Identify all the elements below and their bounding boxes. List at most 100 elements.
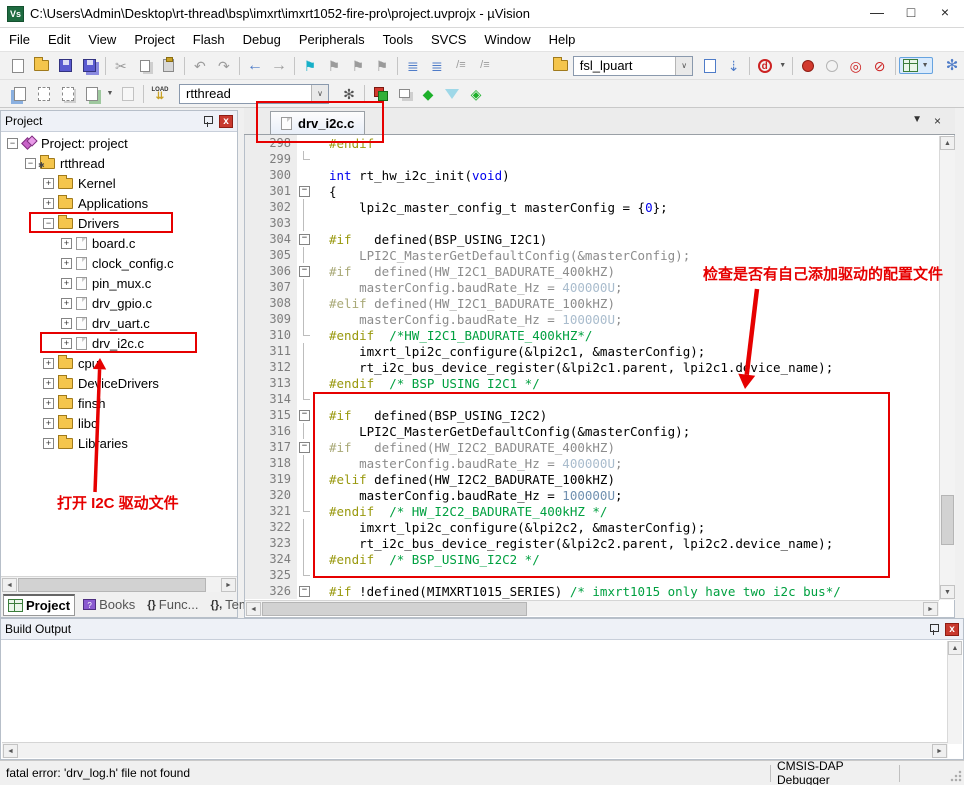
current-window-button[interactable]: ▼ <box>899 57 933 74</box>
project-tree-hscrollbar[interactable]: ◄ ► <box>1 576 237 592</box>
code-line-304[interactable]: 304#if defined(BSP_USING_I2C1) <box>245 231 939 247</box>
code-line-323[interactable]: 323 rt_i2c_bus_device_register(&lpi2c2.p… <box>245 535 939 551</box>
build-hscrollbar[interactable]: ◄ ► <box>2 742 948 758</box>
target-dropdown-icon[interactable]: ∨ <box>311 85 328 103</box>
toggle-bookmark-button[interactable]: ⚑ <box>298 55 322 77</box>
tree-item-libraries[interactable]: +Libraries <box>1 433 237 453</box>
fold-collapse-icon[interactable] <box>297 183 313 199</box>
scroll-right-icon[interactable]: ► <box>221 578 236 592</box>
tree-expander-icon[interactable]: + <box>61 338 72 349</box>
code-line-311[interactable]: 311 imxrt_lpi2c_configure(&lpi2c1, &mast… <box>245 343 939 359</box>
code-line-326[interactable]: 326#if !defined(MIMXRT1015_SERIES) /* im… <box>245 583 939 599</box>
prev-bookmark-button[interactable]: ⚑ <box>322 55 346 77</box>
code-line-309[interactable]: 309 masterConfig.baudRate_Hz = 100000U; <box>245 311 939 327</box>
fold-collapse-icon[interactable] <box>297 583 313 599</box>
tree-expander-icon[interactable]: + <box>61 318 72 329</box>
build-button[interactable] <box>32 83 56 105</box>
tree-item-clock-config-c[interactable]: +clock_config.c <box>1 253 237 273</box>
code-line-300[interactable]: 300int rt_hw_i2c_init(void) <box>245 167 939 183</box>
code-line-319[interactable]: 319#elif defined(HW_I2C2_BADURATE_100kHZ… <box>245 471 939 487</box>
code-line-298[interactable]: 298#endif <box>245 135 939 151</box>
scroll-left-icon[interactable]: ◄ <box>246 602 261 616</box>
manage-project-items-button[interactable] <box>368 83 392 105</box>
scroll-down-icon[interactable]: ▼ <box>940 585 955 599</box>
menu-edit[interactable]: Edit <box>39 29 79 50</box>
editor-hscrollbar[interactable]: ◄ ► <box>245 600 939 616</box>
tree-item-rtthread[interactable]: −✱rtthread <box>1 153 237 173</box>
navigate-back-button[interactable]: ← <box>243 55 267 77</box>
tree-item-drv-gpio-c[interactable]: +drv_gpio.c <box>1 293 237 313</box>
enable-breakpoint-button[interactable] <box>820 55 844 77</box>
target-combobox[interactable]: rtthread ∨ <box>179 84 329 104</box>
save-button[interactable] <box>54 55 78 77</box>
new-file-button[interactable] <box>6 55 30 77</box>
code-line-317[interactable]: 317#if defined(HW_I2C2_BADURATE_400kHZ) <box>245 439 939 455</box>
close-document-icon[interactable]: × <box>934 114 941 128</box>
fold-collapse-icon[interactable] <box>297 407 313 423</box>
code-line-315[interactable]: 315#if defined(BSP_USING_I2C2) <box>245 407 939 423</box>
fold-collapse-icon[interactable] <box>297 263 313 279</box>
tree-item-libc[interactable]: +libc <box>1 413 237 433</box>
code-line-313[interactable]: 313#endif /* BSP USING I2C1 */ <box>245 375 939 391</box>
insert-breakpoint-button[interactable] <box>796 55 820 77</box>
tree-expander-icon[interactable]: + <box>43 378 54 389</box>
grep-button[interactable]: d <box>753 55 777 77</box>
pin-icon[interactable] <box>929 623 939 635</box>
tree-expander-icon[interactable]: + <box>43 418 54 429</box>
batch-build-button[interactable] <box>80 83 104 105</box>
stop-build-button[interactable] <box>116 83 140 105</box>
find-in-files-button[interactable] <box>549 55 573 77</box>
clear-bookmarks-button[interactable]: ⚑ <box>370 55 394 77</box>
code-editor[interactable]: 298#endif299300int rt_hw_i2c_init(void)3… <box>245 135 939 600</box>
tree-item-project-project[interactable]: −Project: project <box>1 133 237 153</box>
scroll-left-icon[interactable]: ◄ <box>3 744 18 758</box>
tab-list-dropdown-icon[interactable]: ▼ <box>912 114 922 128</box>
grep-dropdown[interactable]: ▼ <box>777 55 789 77</box>
fold-collapse-icon[interactable] <box>297 439 313 455</box>
save-all-button[interactable] <box>78 55 102 77</box>
menu-project[interactable]: Project <box>125 29 183 50</box>
resize-grip[interactable] <box>950 770 962 782</box>
file-extensions-button[interactable] <box>392 83 416 105</box>
incremental-find-button[interactable]: ⇣ <box>722 55 746 77</box>
disable-all-breakpoints-button[interactable]: ◎ <box>844 55 868 77</box>
project-panel-close-button[interactable]: x <box>219 115 233 128</box>
tree-expander-icon[interactable]: − <box>7 138 18 149</box>
scroll-thumb[interactable] <box>941 495 954 545</box>
manage-rte-button[interactable]: ◆ <box>416 83 440 105</box>
menu-svcs[interactable]: SVCS <box>422 29 475 50</box>
menu-view[interactable]: View <box>79 29 125 50</box>
tree-item-finsh[interactable]: +finsh <box>1 393 237 413</box>
search-combobox[interactable]: fsl_lpuart ∨ <box>573 56 694 76</box>
code-line-306[interactable]: 306#if defined(HW_I2C1_BADURATE_400kHZ) <box>245 263 939 279</box>
pack-installer-button[interactable]: ◈ <box>464 83 488 105</box>
code-line-301[interactable]: 301{ <box>245 183 939 199</box>
tree-item-applications[interactable]: +Applications <box>1 193 237 213</box>
tree-item-pin-mux-c[interactable]: +pin_mux.c <box>1 273 237 293</box>
menu-tools[interactable]: Tools <box>374 29 422 50</box>
code-line-305[interactable]: 305 LPI2C_MasterGetDefaultConfig(&master… <box>245 247 939 263</box>
build-output-close-button[interactable]: x <box>945 623 959 636</box>
code-line-308[interactable]: 308#elif defined(HW_I2C1_BADURATE_100kHZ… <box>245 295 939 311</box>
menu-debug[interactable]: Debug <box>234 29 290 50</box>
panel-tab-func[interactable]: {}Func... <box>143 594 202 616</box>
close-button[interactable]: × <box>928 0 962 24</box>
code-line-302[interactable]: 302 lpi2c_master_config_t masterConfig =… <box>245 199 939 215</box>
tree-expander-icon[interactable]: + <box>43 438 54 449</box>
build-vscrollbar[interactable]: ▲ <box>947 641 962 744</box>
tree-expander-icon[interactable]: + <box>43 178 54 189</box>
minimize-button[interactable]: — <box>860 0 894 24</box>
pin-icon[interactable] <box>203 115 213 127</box>
editor-vscrollbar[interactable]: ▲ ▼ <box>939 136 955 600</box>
tree-item-board-c[interactable]: +board.c <box>1 233 237 253</box>
scroll-left-icon[interactable]: ◄ <box>2 578 17 592</box>
code-line-324[interactable]: 324#endif /* BSP_USING_I2C2 */ <box>245 551 939 567</box>
scroll-up-icon[interactable]: ▲ <box>948 641 962 655</box>
maximize-button[interactable]: □ <box>894 0 928 24</box>
undo-button[interactable]: ↶ <box>188 55 212 77</box>
select-packs-button[interactable] <box>440 83 464 105</box>
uncomment-button[interactable]: /≡ <box>473 55 497 77</box>
cut-button[interactable]: ✂ <box>109 55 133 77</box>
file-tab-drv-i2c[interactable]: drv_i2c.c <box>270 111 365 134</box>
tree-expander-icon[interactable]: − <box>25 158 36 169</box>
